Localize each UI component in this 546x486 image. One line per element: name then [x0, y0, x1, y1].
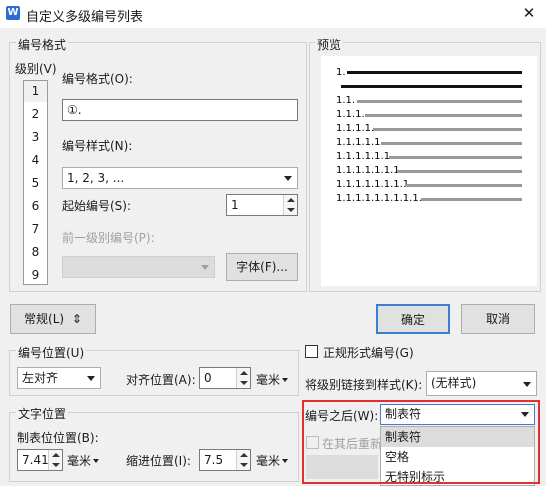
chevron-down-icon	[93, 459, 99, 463]
font-button[interactable]: 字体(F)...	[226, 253, 298, 281]
preview-level-8: 1.1.1.1.1.1.1.1.	[336, 179, 413, 190]
preview-level-6: 1.1.1.1.1.1.	[336, 151, 394, 162]
level-item[interactable]: 9	[24, 265, 47, 286]
align-unit-select[interactable]: 毫米	[256, 371, 290, 388]
preview-level-5: 1.1.1.1.1.	[336, 137, 384, 148]
level-item[interactable]: 6	[24, 196, 47, 217]
close-icon[interactable]: ✕	[518, 2, 540, 24]
preview-line	[381, 142, 522, 145]
tab-unit-select[interactable]: 毫米	[67, 452, 101, 469]
indent-stepper[interactable]: 7.5	[199, 449, 251, 471]
number-format-label: 编号格式(O):	[62, 72, 133, 86]
number-format-input[interactable]: ①.	[62, 99, 298, 121]
link-style-select[interactable]: (无样式)	[426, 371, 537, 396]
preview-line	[389, 156, 522, 159]
dialog-title: 自定义多级编号列表	[26, 10, 144, 25]
preview-level-7: 1.1.1.1.1.1.1.	[336, 165, 403, 176]
align-unit-value: 毫米	[256, 373, 281, 387]
preview-level-1: 1.	[336, 67, 346, 78]
alignment-select[interactable]: 左对齐	[17, 367, 101, 389]
preview-line	[397, 170, 522, 173]
wps-writer-icon: W	[6, 6, 20, 20]
spin-down-icon[interactable]	[240, 463, 248, 467]
preview-line	[341, 85, 522, 88]
spin-buttons[interactable]	[236, 368, 250, 388]
link-style-label: 将级别链接到样式(K):	[305, 378, 423, 392]
start-number-label: 起始编号(S):	[62, 199, 132, 213]
start-number-stepper[interactable]: 1	[226, 194, 298, 216]
legal-numbering-checkbox[interactable]	[305, 345, 318, 358]
previous-level-label: 前一级别编号(P):	[62, 231, 155, 245]
level-item[interactable]: 7	[24, 219, 47, 240]
preview-level-4: 1.1.1.1.	[336, 123, 375, 134]
text-position-title: 文字位置	[16, 405, 69, 422]
align-position-stepper[interactable]: 0	[199, 367, 251, 389]
spin-buttons[interactable]	[236, 450, 250, 470]
spin-buttons[interactable]	[48, 450, 62, 470]
tab-position-value: 7.41	[22, 453, 49, 467]
spin-up-icon[interactable]	[287, 198, 295, 202]
legal-numbering-label: 正规形式编号(G)	[323, 346, 414, 360]
preview-level-2: 1.1.	[336, 95, 356, 106]
spin-up-icon[interactable]	[240, 453, 248, 457]
preview-line	[357, 100, 522, 103]
multilevel-list-dialog: W 自定义多级编号列表 ✕ 编号格式 级别(V) 1 2 3 4 5 6 7 8…	[0, 0, 546, 486]
chevron-down-icon	[201, 265, 209, 270]
spin-down-icon[interactable]	[240, 381, 248, 385]
tab-position-stepper[interactable]: 7.41	[17, 449, 63, 471]
preview-line	[373, 128, 522, 131]
highlight-box	[302, 400, 540, 484]
spin-down-icon[interactable]	[52, 463, 60, 467]
chevron-down-icon	[282, 459, 288, 463]
preview-line	[365, 114, 522, 117]
number-style-select[interactable]: 1, 2, 3, ...	[62, 167, 298, 189]
indent-label: 缩进位置(I):	[126, 454, 191, 468]
level-item[interactable]: 8	[24, 242, 47, 263]
tab-unit-value: 毫米	[67, 454, 92, 468]
level-item[interactable]: 4	[24, 150, 47, 171]
number-style-value: 1, 2, 3, ...	[67, 171, 125, 185]
indent-value: 7.5	[204, 453, 224, 467]
spin-up-icon[interactable]	[240, 371, 248, 375]
level-item[interactable]: 1	[24, 81, 47, 102]
text-position-group	[9, 412, 299, 482]
ok-button[interactable]: 确定	[376, 304, 450, 334]
align-position-label: 对齐位置(A):	[126, 373, 196, 387]
alignment-value: 左对齐	[22, 371, 59, 385]
preview-level-9: 1.1.1.1.1.1.1.1.1.	[336, 193, 422, 204]
level-item[interactable]: 2	[24, 104, 47, 125]
expand-collapse-icon: ⇕	[71, 312, 82, 326]
tab-position-label: 制表位位置(B):	[17, 431, 99, 445]
preview-line	[421, 198, 522, 201]
level-list[interactable]: 1 2 3 4 5 6 7 8 9	[23, 80, 48, 285]
normal-button-label: 常规(L)	[24, 312, 65, 326]
previous-level-select[interactable]	[62, 256, 215, 278]
cancel-button[interactable]: 取消	[461, 304, 535, 334]
preview-line	[347, 71, 522, 74]
start-number-value: 1	[231, 198, 239, 212]
level-item[interactable]: 3	[24, 127, 47, 148]
chevron-down-icon	[284, 176, 292, 181]
align-position-value: 0	[204, 371, 212, 385]
preview-line	[405, 184, 522, 187]
preview-level-3: 1.1.1.	[336, 109, 365, 120]
normal-toggle-button[interactable]: 常规(L) ⇕	[10, 304, 96, 334]
link-style-value: (无样式)	[431, 376, 477, 390]
number-format-group-title: 编号格式	[16, 36, 69, 53]
spin-down-icon[interactable]	[287, 208, 295, 212]
spin-up-icon[interactable]	[52, 453, 60, 457]
spin-buttons[interactable]	[283, 195, 297, 215]
level-item[interactable]: 5	[24, 173, 47, 194]
indent-unit-select[interactable]: 毫米	[256, 452, 290, 469]
level-label: 级别(V)	[15, 62, 57, 76]
chevron-down-icon	[523, 382, 531, 387]
preview-group-title: 预览	[315, 36, 344, 53]
number-position-title: 编号位置(U)	[16, 344, 87, 361]
number-style-label: 编号样式(N):	[62, 139, 133, 153]
preview-pane: 1. 1.1. 1.1.1. 1.1.1.1. 1.1.1.1.1. 1.1.1…	[321, 56, 537, 286]
indent-unit-value: 毫米	[256, 454, 281, 468]
chevron-down-icon	[87, 376, 95, 381]
chevron-down-icon	[282, 378, 288, 382]
